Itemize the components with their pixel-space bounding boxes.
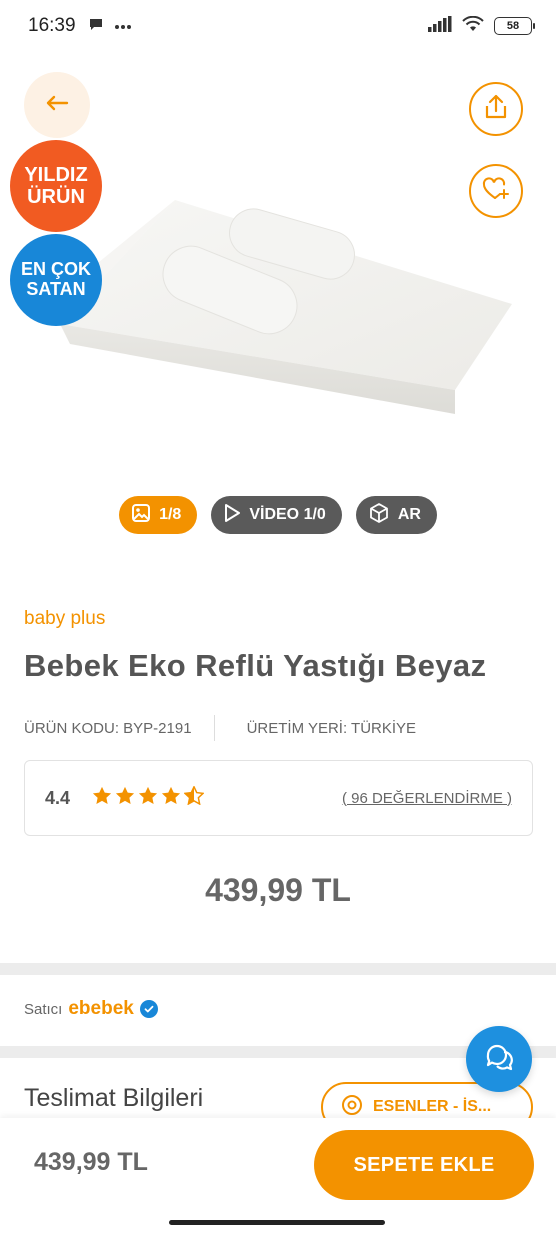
star-icon <box>138 786 158 810</box>
production-origin: ÜRETİM YERİ: TÜRKİYE <box>246 719 417 737</box>
brand-link[interactable]: baby plus <box>24 608 105 630</box>
reviews-link[interactable]: ( 96 DEĞERLENDİRME ) <box>342 790 512 807</box>
verified-badge-icon <box>139 1000 158 1018</box>
video-button[interactable]: VİDEO 1/0 <box>211 496 342 534</box>
more-dots-icon <box>114 17 132 35</box>
share-button[interactable] <box>469 82 523 136</box>
star-icon <box>115 786 135 810</box>
product-image-area[interactable]: YILDIZ ÜRÜN EN ÇOK SATAN <box>0 52 556 492</box>
product-price: 439,99 TL <box>205 872 351 908</box>
media-selector: 1/8 VİDEO 1/0 AR <box>0 496 556 534</box>
location-pin-icon <box>341 1094 363 1121</box>
share-icon <box>484 94 508 125</box>
bottom-price: 439,99 TL <box>34 1148 148 1176</box>
product-code: ÜRÜN KODU: BYP-2191 <box>24 719 192 737</box>
star-icon <box>92 786 112 810</box>
seller-row[interactable]: Satıcı ebebek <box>24 998 158 1020</box>
bottom-purchase-bar: 439,99 TL SEPETE EKLE <box>0 1118 556 1235</box>
wifi-icon <box>462 15 484 37</box>
back-button[interactable] <box>24 72 90 138</box>
star-icon <box>161 786 181 810</box>
star-rating <box>92 785 205 810</box>
battery-icon: 58 <box>494 17 535 35</box>
add-to-cart-button[interactable]: SEPETE EKLE <box>314 1130 534 1200</box>
delivery-location: ESENLER - İS... <box>373 1098 492 1115</box>
section-divider <box>0 963 556 975</box>
add-to-favorites-button[interactable] <box>469 164 523 218</box>
chat-support-button[interactable] <box>466 1026 532 1092</box>
image-icon <box>131 503 151 528</box>
cube-3d-icon <box>368 502 390 529</box>
rating-value: 4.4 <box>45 787 71 808</box>
rating-box[interactable]: 4.4 ( 96 DEĞERLENDİRME ) <box>24 760 533 836</box>
signal-icon <box>428 15 452 37</box>
arrow-left-icon <box>45 95 69 116</box>
seller-name[interactable]: ebebek <box>68 998 133 1020</box>
delivery-info-title: Teslimat Bilgileri <box>24 1084 204 1112</box>
status-bar: 16:39 58 <box>0 0 556 52</box>
best-seller-badge: EN ÇOK SATAN <box>10 234 102 326</box>
chat-support-icon <box>482 1040 516 1079</box>
divider <box>213 715 215 741</box>
star-product-badge: YILDIZ ÜRÜN <box>10 140 102 232</box>
seller-label: Satıcı <box>24 1000 63 1018</box>
product-meta: ÜRÜN KODU: BYP-2191 ÜRETİM YERİ: TÜRKİYE <box>24 715 416 741</box>
chat-bubble-icon <box>88 16 104 37</box>
photo-gallery-button[interactable]: 1/8 <box>119 496 198 534</box>
home-indicator[interactable] <box>169 1220 385 1225</box>
heart-plus-icon <box>482 176 510 206</box>
play-icon <box>223 503 241 528</box>
star-half-icon <box>183 785 205 810</box>
ar-button[interactable]: AR <box>355 496 437 534</box>
status-time: 16:39 <box>28 15 76 36</box>
product-title: Bebek Eko Reflü Yastığı Beyaz <box>24 648 487 683</box>
